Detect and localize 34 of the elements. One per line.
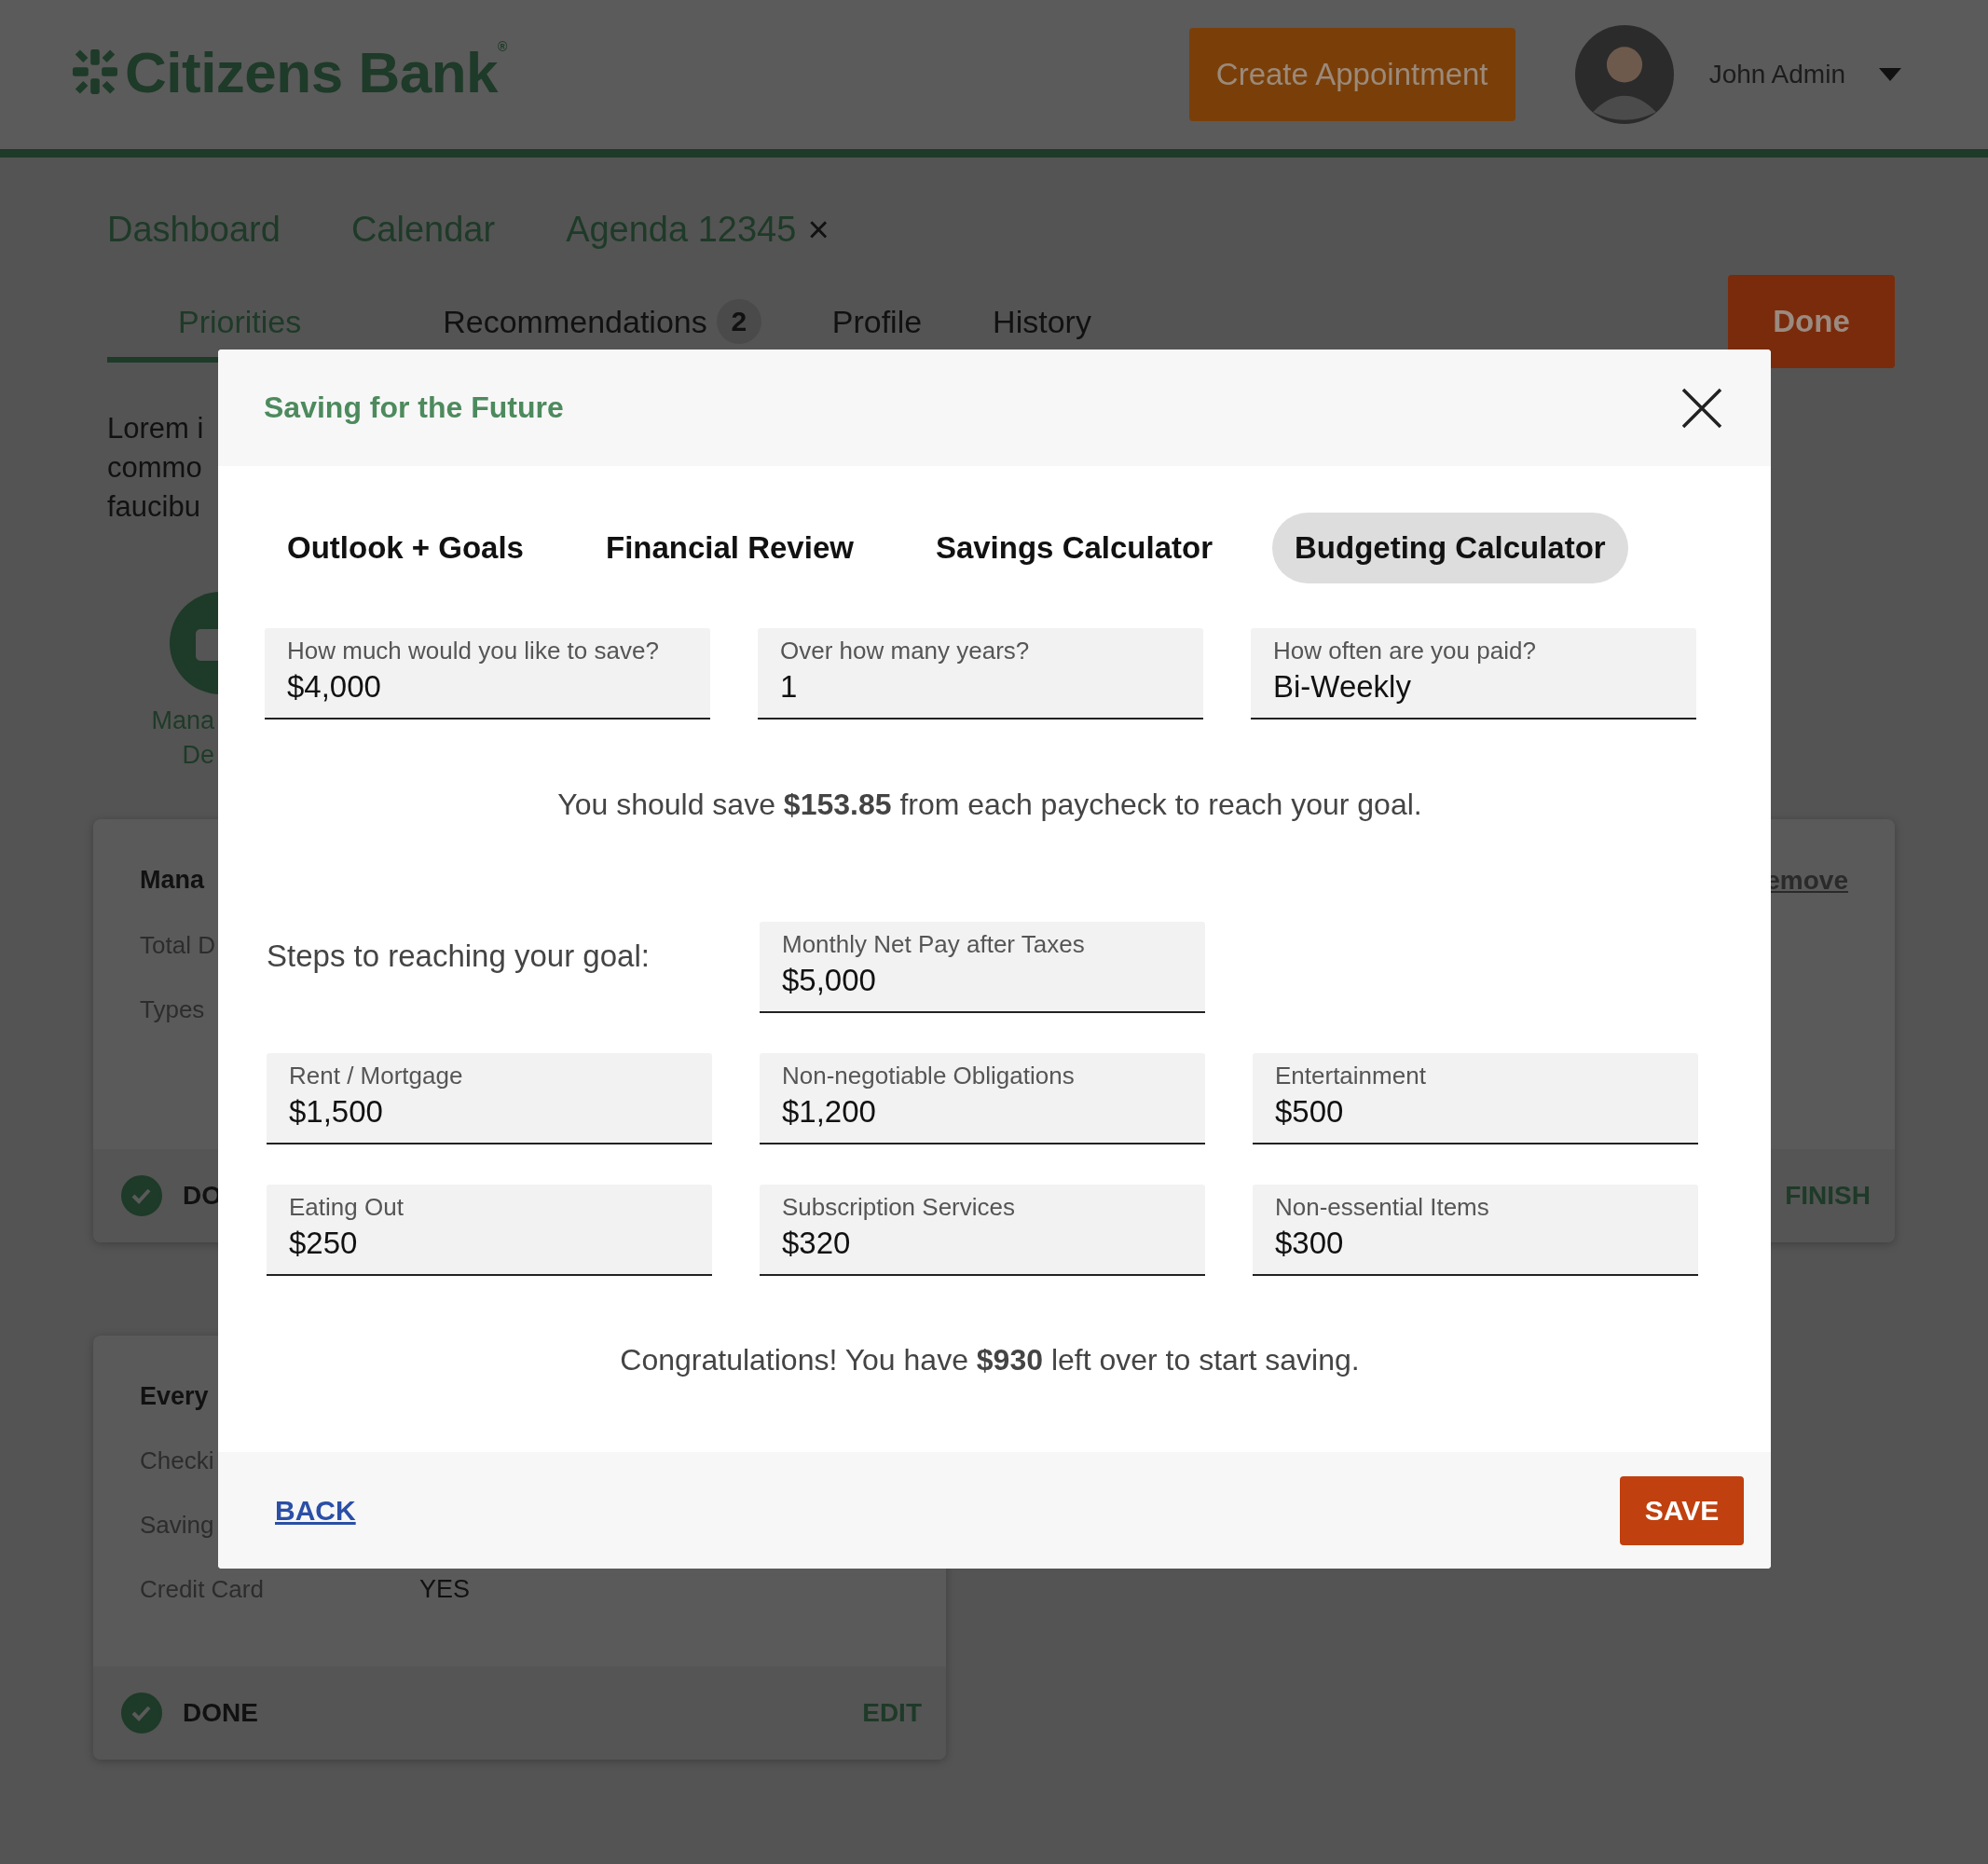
input-field[interactable]: How much would you like to save? $4,000	[265, 628, 710, 720]
savings-result-text: You should save $153.85 from each paycheck to reach your goal.	[556, 788, 1423, 822]
steps-heading: Steps to reaching your goal:	[267, 938, 651, 975]
row-value: YES	[419, 1575, 471, 1604]
calculator-tab[interactable]: Savings Calculator	[912, 513, 1235, 583]
input-field[interactable]: Over how many years? 1	[758, 628, 1203, 720]
done-button[interactable]: Done	[1728, 275, 1895, 368]
logo-text: Citizens Bank$^{®}$	[125, 38, 507, 105]
input-field[interactable]: Entertainment $500	[1253, 1053, 1698, 1144]
input-field[interactable]: Rent / Mortgage $1,500	[267, 1053, 712, 1144]
save-button[interactable]: SAVE	[1620, 1475, 1744, 1545]
avatar-icon	[1574, 25, 1674, 124]
input-field[interactable]: Subscription Services $320	[760, 1185, 1205, 1276]
calculator-tab[interactable]: Outlook + Goals	[265, 513, 546, 583]
close-icon[interactable]	[1681, 387, 1722, 429]
card-title: Every	[140, 1382, 209, 1411]
input-field[interactable]: Non-negotiable Obligations $1,200	[760, 1053, 1205, 1144]
input-field[interactable]: How often are you paid? Bi-Weekly	[1251, 628, 1696, 720]
card-title: Mana	[140, 866, 205, 896]
count-badge: 2	[716, 299, 761, 344]
intro-text: commo	[107, 450, 202, 486]
caret-icon[interactable]	[1879, 68, 1901, 81]
summary-text: Congratulations! You have $930 left over to start saving.	[619, 1343, 1361, 1378]
intro-text: Lorem i	[107, 411, 204, 446]
input-field[interactable]: Eating Out $250	[267, 1185, 712, 1276]
logo-icon	[73, 49, 117, 94]
input-field[interactable]: Non-essential Items $300	[1253, 1185, 1698, 1276]
input-field[interactable]: Monthly Net Pay after Taxes $5,000	[760, 922, 1205, 1013]
calculator-tab[interactable]: Financial Review	[583, 513, 876, 583]
modal-title: Saving for the Future	[264, 391, 564, 425]
intro-text: faucibu	[107, 489, 200, 525]
calculator-tab[interactable]: Budgeting Calculator	[1272, 513, 1628, 583]
back-link[interactable]: BACK	[275, 1494, 356, 1527]
status-text: DONE	[183, 1698, 258, 1728]
